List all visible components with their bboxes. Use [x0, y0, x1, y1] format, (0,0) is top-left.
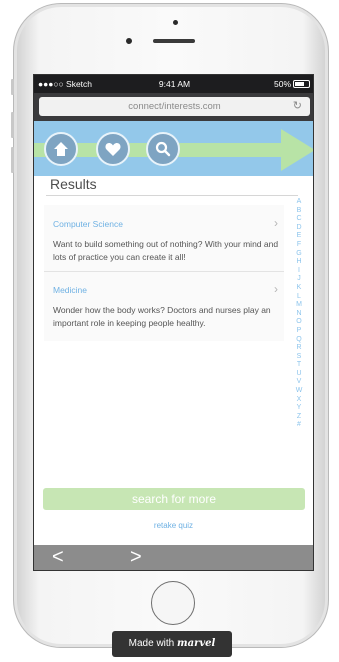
chevron-right-icon: ›	[274, 216, 278, 230]
clock: 9:41 AM	[158, 79, 191, 89]
alphabet-letter[interactable]: #	[293, 421, 305, 430]
alphabet-letter[interactable]: E	[293, 232, 305, 241]
phone-screen: ●●●○○ Sketch 9:41 AM 50% connect/interes…	[33, 74, 314, 571]
alphabet-letter[interactable]: L	[293, 293, 305, 302]
mute-switch	[11, 79, 14, 95]
alphabet-letter[interactable]: M	[293, 301, 305, 310]
alphabet-letter[interactable]: X	[293, 396, 305, 405]
alphabet-letter[interactable]: A	[293, 198, 305, 207]
battery-percent: 50%	[273, 79, 291, 89]
camera-dot	[173, 20, 178, 25]
alphabet-letter[interactable]: I	[293, 267, 305, 276]
browser-bar: connect/interests.com ↻	[34, 93, 313, 121]
alphabet-letter[interactable]: S	[293, 353, 305, 362]
battery-icon	[293, 80, 310, 88]
result-item-medicine[interactable]: Medicine › Wonder how the body works? Do…	[44, 271, 284, 335]
back-arrow-icon[interactable]: <	[52, 546, 64, 569]
result-title[interactable]: Computer Science	[53, 219, 123, 229]
search-for-more-button[interactable]: search for more	[43, 488, 305, 510]
alphabet-letter[interactable]: B	[293, 207, 305, 216]
alphabet-letter[interactable]: Y	[293, 404, 305, 413]
home-icon	[54, 142, 68, 156]
earpiece-speaker	[153, 39, 195, 43]
home-nav-button[interactable]	[44, 132, 78, 166]
alphabet-letter[interactable]: N	[293, 310, 305, 319]
alphabet-letter[interactable]: K	[293, 284, 305, 293]
title-divider	[46, 195, 298, 196]
address-bar[interactable]: connect/interests.com ↻	[39, 97, 310, 116]
alphabet-letter[interactable]: C	[293, 215, 305, 224]
page-title: Results	[50, 176, 97, 192]
alphabet-letter[interactable]: F	[293, 241, 305, 250]
alphabet-letter[interactable]: H	[293, 258, 305, 267]
banner-arrow-head	[281, 129, 313, 171]
alphabet-letter[interactable]: D	[293, 224, 305, 233]
front-camera	[126, 38, 132, 44]
search-nav-button[interactable]	[146, 132, 180, 166]
alphabet-index[interactable]: A B C D E F G H I J K L M N O P Q R S T U V W X Y Z #	[293, 198, 305, 430]
made-with-marvel-badge[interactable]: Made with marvel	[112, 631, 232, 657]
alphabet-letter[interactable]: T	[293, 361, 305, 370]
alphabet-letter[interactable]: J	[293, 275, 305, 284]
result-item-computer-science[interactable]: Computer Science › Want to build somethi…	[44, 205, 284, 269]
search-icon	[155, 141, 171, 157]
volume-down-button	[11, 147, 14, 173]
alphabet-letter[interactable]: W	[293, 387, 305, 396]
favorites-nav-button[interactable]	[96, 132, 130, 166]
results-list: Computer Science › Want to build somethi…	[44, 205, 284, 341]
alphabet-letter[interactable]: R	[293, 344, 305, 353]
badge-prefix: Made with	[128, 638, 175, 649]
volume-up-button	[11, 112, 14, 138]
browser-footer: < >	[34, 545, 313, 570]
forward-arrow-icon[interactable]: >	[130, 546, 142, 569]
header-banner	[34, 121, 313, 176]
retake-quiz-link[interactable]: retake quiz	[34, 521, 313, 530]
home-button[interactable]	[151, 581, 195, 625]
result-description: Wonder how the body works? Doctors and n…	[53, 305, 271, 328]
result-title[interactable]: Medicine	[53, 285, 87, 295]
alphabet-letter[interactable]: U	[293, 370, 305, 379]
alphabet-letter[interactable]: G	[293, 250, 305, 259]
heart-icon	[105, 143, 121, 156]
url-text: connect/interests.com	[128, 101, 221, 112]
reload-icon[interactable]: ↻	[293, 99, 302, 112]
alphabet-letter[interactable]: O	[293, 318, 305, 327]
chevron-right-icon: ›	[274, 282, 278, 296]
alphabet-letter[interactable]: P	[293, 327, 305, 336]
marvel-logo: marvel	[177, 638, 216, 649]
alphabet-letter[interactable]: Z	[293, 413, 305, 422]
result-description: Want to build something out of nothing? …	[53, 239, 279, 262]
alphabet-letter[interactable]: Q	[293, 336, 305, 345]
status-bar: ●●●○○ Sketch 9:41 AM 50%	[34, 75, 313, 93]
alphabet-letter[interactable]: V	[293, 378, 305, 387]
